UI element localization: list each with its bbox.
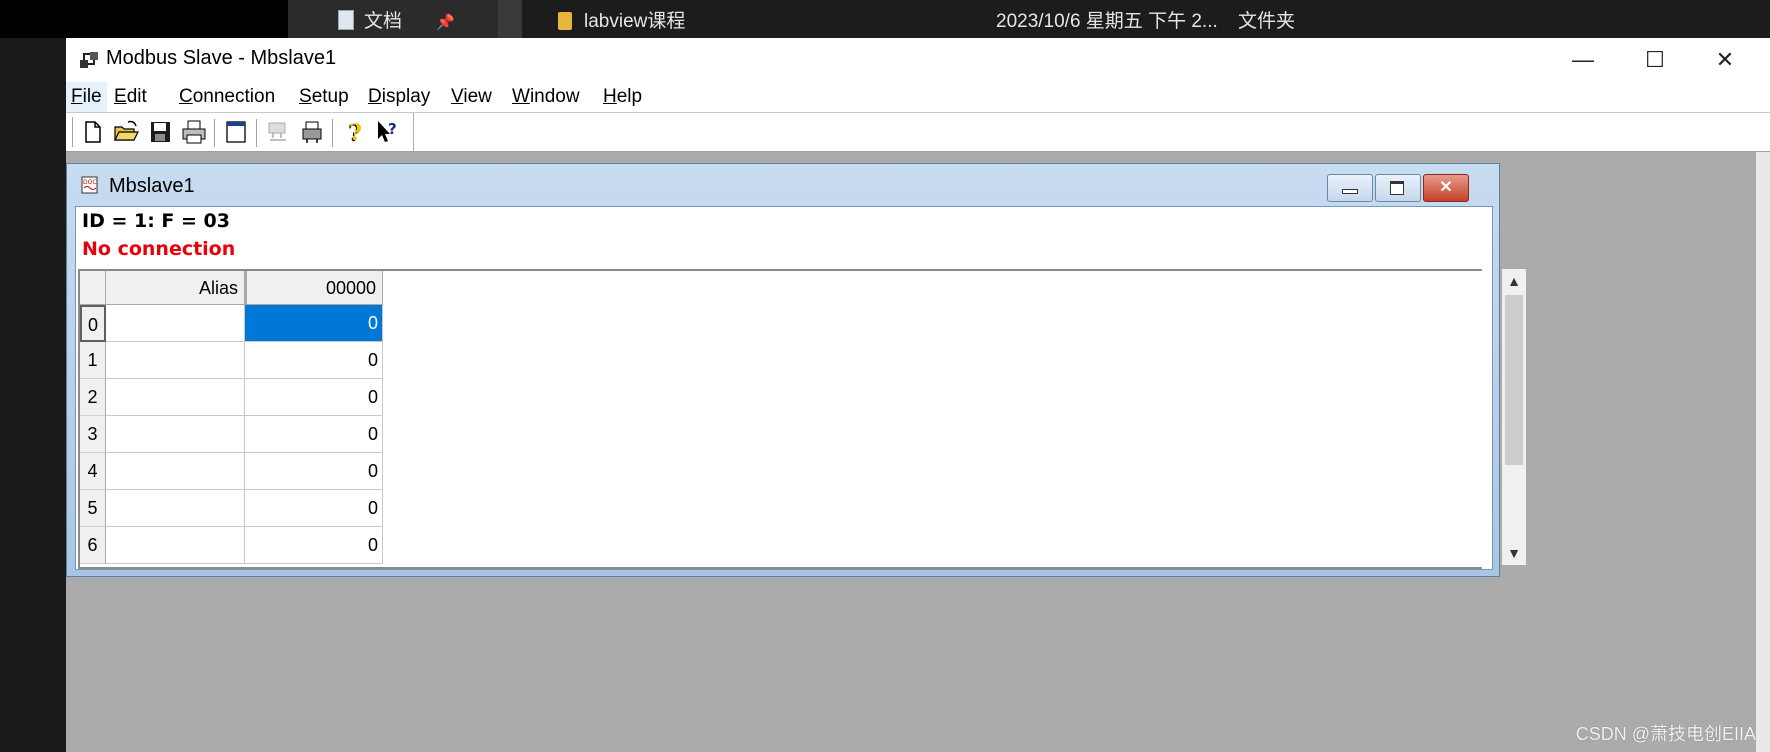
toolbar-separator — [256, 119, 260, 147]
register-value-cell[interactable]: 0 — [245, 379, 383, 416]
background-date: 2023/10/6 星期五 下午 2... — [996, 11, 1218, 32]
window-title: Modbus Slave - Mbslave1 — [106, 47, 337, 69]
document-icon — [338, 10, 354, 30]
modbus-slave-window: Modbus Slave - Mbslave1 — ☐ ✕ File Edit … — [66, 38, 1770, 752]
menu-connection[interactable]: Connection — [174, 82, 280, 112]
register-value-cell[interactable]: 0 — [245, 342, 383, 379]
background-pane: 文档 📌 — [288, 0, 498, 38]
help-icon[interactable]: ? ? — [340, 118, 368, 146]
alias-cell[interactable] — [106, 527, 245, 564]
scroll-down-icon[interactable]: ▼ — [1502, 541, 1526, 565]
row-header[interactable]: 2 — [80, 379, 106, 416]
child-window-title: Mbslave1 — [109, 175, 195, 197]
menu-edit[interactable]: Edit — [109, 82, 152, 112]
scrollbar-thumb[interactable] — [1505, 295, 1523, 465]
row-header[interactable]: 1 — [80, 342, 106, 379]
vertical-scrollbar[interactable]: ▲ ▼ — [1502, 269, 1526, 565]
alias-cell[interactable] — [106, 490, 245, 527]
background-type: 文件夹 — [1238, 11, 1296, 32]
disconnect-icon[interactable] — [264, 118, 292, 146]
modbus-app-icon — [80, 52, 98, 68]
register-grid: Alias 00000 0 0 1 0 2 0 3 0 4 0 5 0 6 0 — [78, 269, 1482, 569]
pin-icon[interactable]: 📌 — [436, 13, 455, 31]
menu-file[interactable]: File — [66, 82, 107, 112]
close-icon: ✕ — [1439, 179, 1453, 196]
slave-id-function: ID = 1: F = 03 — [82, 210, 230, 232]
alias-cell[interactable] — [106, 453, 245, 490]
menu-help[interactable]: Help — [598, 82, 647, 112]
menu-display[interactable]: Display — [363, 82, 435, 112]
register-value-cell[interactable]: 0 — [245, 527, 383, 564]
background-doc-item[interactable]: 文档 📌 — [338, 6, 455, 33]
row-header[interactable]: 4 — [80, 453, 106, 490]
background-pane-divider — [498, 0, 522, 38]
title-bar[interactable]: Modbus Slave - Mbslave1 — ☐ ✕ — [66, 38, 1770, 82]
toolbar-end — [413, 113, 414, 151]
row-header[interactable]: 6 — [80, 527, 106, 564]
scroll-up-icon[interactable]: ▲ — [1502, 269, 1526, 293]
background-sidebar — [0, 0, 288, 38]
menu-window[interactable]: Window — [507, 82, 585, 112]
close-button[interactable]: ✕ — [1690, 38, 1760, 82]
toolbar-separator — [332, 119, 336, 147]
toolbar: ? ? ? — [66, 113, 1770, 151]
context-help-icon[interactable]: ? — [374, 118, 402, 146]
register-value-cell[interactable]: 0 — [245, 453, 383, 490]
menu-setup[interactable]: Setup — [294, 82, 354, 112]
row-header[interactable]: 5 — [80, 490, 106, 527]
maximize-button[interactable]: ☐ — [1620, 38, 1690, 82]
child-close-button[interactable]: ✕ — [1423, 174, 1469, 202]
watermark: CSDN @萧技电创EIIA — [1575, 724, 1756, 744]
mdi-workspace: DOC Mbslave1 ✕ ID = 1: F = 03 No connect… — [66, 151, 1770, 752]
alias-cell[interactable] — [106, 379, 245, 416]
open-folder-icon[interactable] — [112, 118, 140, 146]
register-value-cell[interactable]: 0 — [245, 490, 383, 527]
print-icon[interactable] — [180, 118, 208, 146]
background-folder-item[interactable]: labview课程 — [558, 6, 685, 33]
window-icon[interactable] — [222, 118, 250, 146]
register-value-cell[interactable]: 0 — [245, 305, 383, 342]
connection-status: No connection — [82, 238, 236, 260]
grid-corner — [80, 271, 106, 305]
svg-text:?: ? — [388, 120, 397, 138]
row-header[interactable]: 3 — [80, 416, 106, 453]
new-document-icon[interactable] — [78, 118, 106, 146]
alias-cell[interactable] — [106, 416, 245, 453]
workspace-edge — [1756, 152, 1770, 752]
menu-bar: File Edit Connection Setup Display View … — [66, 82, 1770, 113]
minimize-icon — [1342, 189, 1358, 194]
child-client-area: ID = 1: F = 03 No connection Alias 00000… — [75, 206, 1526, 570]
alias-cell[interactable] — [106, 342, 245, 379]
register-value-cell[interactable]: 0 — [245, 416, 383, 453]
slave-info-panel: ID = 1: F = 03 No connection — [76, 207, 1492, 265]
svg-text:?: ? — [349, 120, 362, 146]
save-icon[interactable] — [146, 118, 174, 146]
row-header[interactable]: 0 — [80, 305, 106, 342]
child-restore-button[interactable] — [1375, 174, 1421, 202]
menu-view[interactable]: View — [446, 82, 497, 112]
toolbar-grip[interactable] — [68, 117, 73, 147]
toolbar-separator — [214, 119, 218, 147]
column-header-alias[interactable]: Alias — [106, 271, 245, 305]
folder-icon — [558, 12, 572, 30]
restore-icon — [1390, 181, 1404, 195]
column-header-address[interactable]: 00000 — [245, 271, 383, 305]
mbslave1-child-window: DOC Mbslave1 ✕ ID = 1: F = 03 No connect… — [66, 163, 1526, 577]
minimize-button[interactable]: — — [1548, 38, 1618, 82]
document-icon: DOC — [81, 176, 98, 194]
svg-text:DOC: DOC — [83, 179, 97, 186]
background-explorer: 文档 📌 labview课程 2023/10/6 星期五 下午 2... 文件夹 — [0, 0, 1770, 38]
child-minimize-button[interactable] — [1327, 174, 1373, 202]
alias-cell[interactable] — [106, 305, 245, 342]
device-icon[interactable] — [298, 118, 326, 146]
